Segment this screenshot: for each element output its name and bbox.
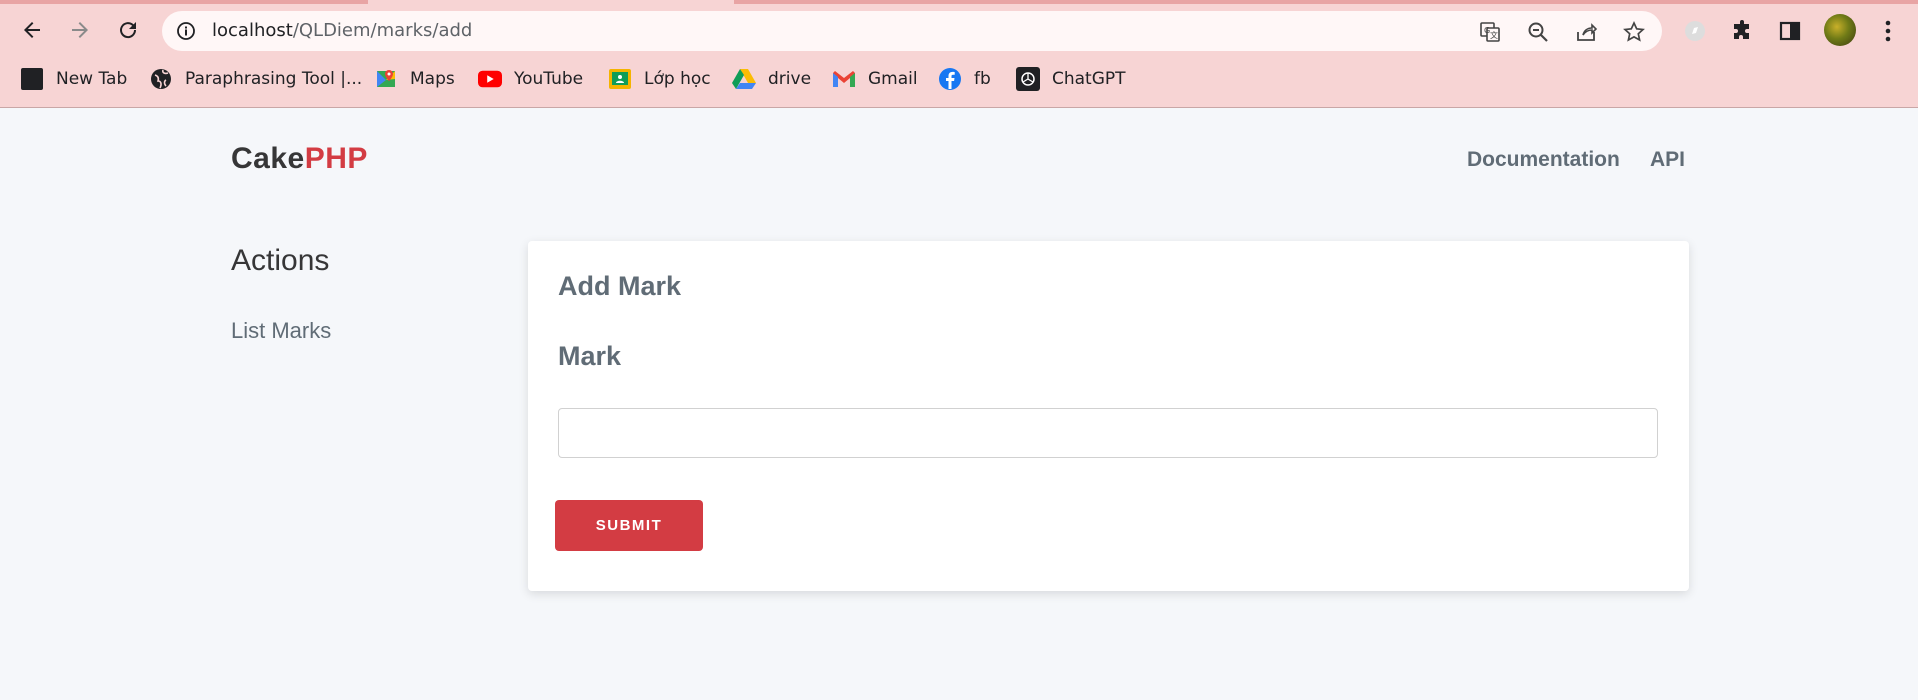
- url-text[interactable]: localhost/QLDiem/marks/add: [212, 20, 472, 41]
- bookmark-maps[interactable]: Maps: [374, 62, 455, 96]
- classroom-icon: [608, 67, 632, 91]
- bookmark-paraphrasing[interactable]: Paraphrasing Tool |...: [149, 62, 362, 96]
- chatgpt-icon: [1016, 67, 1040, 91]
- back-button[interactable]: [14, 12, 50, 48]
- svg-text:文: 文: [1490, 30, 1498, 40]
- sidebar-heading: Actions: [231, 244, 330, 277]
- translate-icon[interactable]: G文: [1478, 20, 1502, 44]
- form-title: Add Mark: [558, 271, 682, 301]
- drive-icon: [732, 67, 756, 91]
- share-icon[interactable]: [1574, 20, 1598, 44]
- add-mark-form-card: Add Mark Mark SUBMIT: [528, 241, 1689, 591]
- cakephp-logo[interactable]: CakePHP: [231, 142, 368, 176]
- arrow-left-icon: [24, 22, 40, 38]
- mark-input[interactable]: [558, 408, 1658, 458]
- facebook-icon: [938, 67, 962, 91]
- menu-kebab-icon[interactable]: [1874, 17, 1902, 45]
- url-host: localhost: [212, 20, 293, 41]
- tab-strip-edge: [734, 0, 1918, 4]
- bookmark-label: New Tab: [56, 69, 128, 89]
- bookmark-facebook[interactable]: fb: [938, 62, 991, 96]
- bookmark-classroom[interactable]: Lớp học: [608, 62, 711, 96]
- reload-icon: [120, 22, 137, 39]
- nav-api-link[interactable]: API: [1650, 148, 1685, 172]
- bookmark-drive[interactable]: drive: [732, 62, 811, 96]
- tab-strip-edge: [0, 0, 368, 4]
- new-tab-icon: [20, 67, 44, 91]
- zoom-out-icon[interactable]: [1526, 20, 1550, 44]
- bookmark-label: Maps: [410, 69, 455, 89]
- bookmark-label: drive: [768, 69, 812, 89]
- extensions-puzzle-icon[interactable]: [1728, 17, 1756, 45]
- url-path: /QLDiem/marks/add: [292, 20, 473, 41]
- profile-avatar[interactable]: [1824, 14, 1856, 46]
- compass-extension-icon[interactable]: [1681, 17, 1709, 45]
- mark-field-label: Mark: [558, 341, 622, 371]
- bookmark-label: Lớp học: [644, 69, 711, 89]
- bookmark-label: Paraphrasing Tool |...: [185, 69, 363, 89]
- bookmark-youtube[interactable]: YouTube: [478, 62, 583, 96]
- bookmark-label: Gmail: [868, 69, 918, 89]
- reload-button[interactable]: [110, 12, 146, 48]
- bookmark-gmail[interactable]: Gmail: [832, 62, 918, 96]
- forward-button[interactable]: [62, 12, 98, 48]
- sidebar-link-list-marks[interactable]: List Marks: [231, 318, 331, 344]
- arrow-right-icon: [72, 22, 88, 38]
- browser-chrome: localhost/QLDiem/marks/add G文 New Tab Pa…: [0, 0, 1918, 108]
- youtube-icon: [478, 67, 502, 91]
- address-bar[interactable]: localhost/QLDiem/marks/add G文: [162, 11, 1662, 51]
- globe-icon: [149, 67, 173, 91]
- bookmark-chatgpt[interactable]: ChatGPT: [1016, 62, 1126, 96]
- side-panel-icon[interactable]: [1776, 17, 1804, 45]
- star-icon[interactable]: [1622, 20, 1646, 44]
- info-icon[interactable]: [176, 21, 196, 41]
- bookmark-new-tab[interactable]: New Tab: [20, 62, 127, 96]
- gmail-icon: [832, 67, 856, 91]
- submit-button[interactable]: SUBMIT: [555, 500, 703, 551]
- bookmarks-bar: New Tab Paraphrasing Tool |... Maps YouT…: [0, 62, 1918, 96]
- brand-php: PHP: [304, 142, 368, 175]
- bookmark-label: ChatGPT: [1052, 69, 1126, 89]
- brand-cake: Cake: [231, 142, 305, 175]
- bookmark-label: fb: [974, 69, 991, 89]
- bookmark-label: YouTube: [514, 69, 584, 89]
- nav-documentation-link[interactable]: Documentation: [1467, 148, 1620, 172]
- maps-icon: [374, 67, 398, 91]
